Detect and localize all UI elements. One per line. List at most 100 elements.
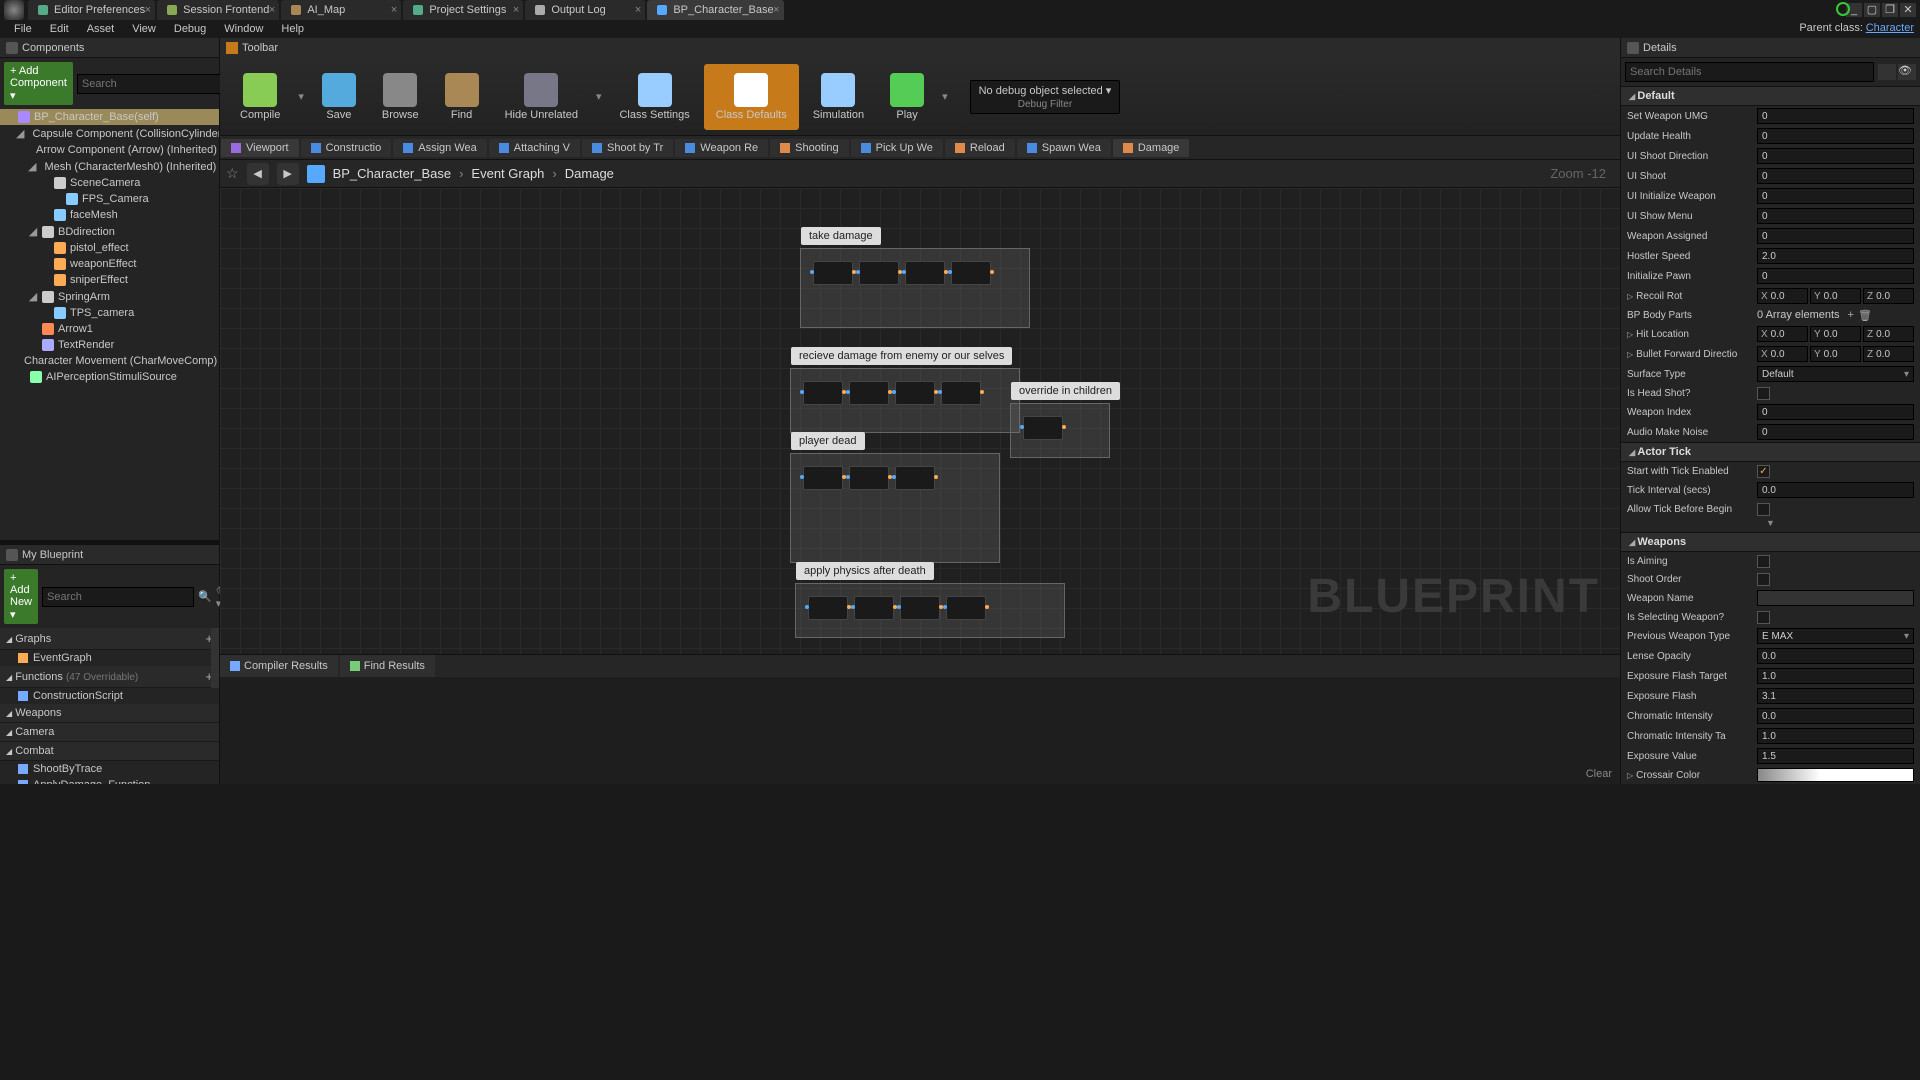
- expand-section-icon[interactable]: ▼: [1766, 518, 1775, 528]
- graph-node[interactable]: [849, 381, 889, 405]
- crumb-graph[interactable]: Event Graph: [471, 166, 544, 181]
- function-tab[interactable]: Shooting: [770, 139, 848, 157]
- tab-close-icon[interactable]: ×: [391, 4, 397, 16]
- number-input[interactable]: [1757, 228, 1914, 244]
- graph-node[interactable]: [900, 596, 940, 620]
- details-section-header[interactable]: Default: [1621, 86, 1920, 106]
- graph-node[interactable]: [951, 261, 991, 285]
- nav-back-button[interactable]: ◀: [247, 163, 269, 185]
- details-section-header[interactable]: Actor Tick: [1621, 442, 1920, 462]
- vector-x-input[interactable]: X: [1757, 346, 1808, 362]
- tree-twisty-icon[interactable]: ◢: [28, 225, 38, 238]
- number-input[interactable]: [1757, 208, 1914, 224]
- blueprint-category[interactable]: ◢ Weapons: [0, 704, 219, 723]
- vector-y-input[interactable]: Y: [1810, 346, 1861, 362]
- component-tree-item[interactable]: weaponEffect: [0, 256, 219, 272]
- vector-x-input[interactable]: X: [1757, 326, 1808, 342]
- graph-node[interactable]: [808, 596, 848, 620]
- vector-z-input[interactable]: Z: [1863, 326, 1914, 342]
- graph-node[interactable]: [895, 381, 935, 405]
- number-input[interactable]: [1757, 188, 1914, 204]
- number-input[interactable]: [1757, 688, 1914, 704]
- toolbar-browse-button[interactable]: Browse: [370, 64, 431, 130]
- color-picker[interactable]: [1757, 768, 1914, 782]
- document-tab[interactable]: Editor Preferences×: [28, 0, 155, 20]
- close-button[interactable]: ✕: [1900, 3, 1916, 17]
- components-panel-header[interactable]: Components: [0, 38, 219, 58]
- function-tab[interactable]: Pick Up We: [851, 139, 943, 157]
- blueprint-item[interactable]: ShootByTrace: [0, 761, 219, 777]
- toolbar-class-settings-button[interactable]: Class Settings: [607, 64, 701, 130]
- expand-icon[interactable]: ▷: [1627, 350, 1633, 359]
- add-new-button[interactable]: + Add New ▾: [4, 569, 38, 624]
- number-input[interactable]: [1757, 148, 1914, 164]
- vector-z-input[interactable]: Z: [1863, 346, 1914, 362]
- source-control-icon[interactable]: [1836, 2, 1850, 16]
- comment-label[interactable]: recieve damage from enemy or our selves: [791, 347, 1012, 365]
- toolbar-hide-unrelated-button[interactable]: Hide Unrelated: [493, 64, 590, 130]
- property-matrix-button[interactable]: [1878, 64, 1896, 80]
- checkbox[interactable]: [1757, 465, 1770, 478]
- document-tab[interactable]: Session Frontend×: [157, 0, 279, 20]
- blueprint-category[interactable]: ◢ Combat: [0, 742, 219, 761]
- vector-z-input[interactable]: Z: [1863, 288, 1914, 304]
- toolbar-dropdown-icon[interactable]: ▾: [592, 90, 606, 103]
- toolbar-save-button[interactable]: Save: [310, 64, 368, 130]
- number-input[interactable]: [1757, 268, 1914, 284]
- parent-class-link[interactable]: Character: [1866, 22, 1914, 34]
- my-blueprint-header[interactable]: My Blueprint: [0, 545, 219, 565]
- toolbar-play-button[interactable]: Play: [878, 64, 936, 130]
- graph-comment[interactable]: apply physics after death: [795, 583, 1065, 638]
- number-input[interactable]: [1757, 648, 1914, 664]
- number-input[interactable]: [1757, 168, 1914, 184]
- function-tab[interactable]: Viewport: [221, 139, 299, 157]
- component-tree-item[interactable]: ◢Capsule Component (CollisionCylinder) (…: [0, 125, 219, 142]
- favorite-icon[interactable]: ☆: [226, 165, 239, 182]
- component-tree-item[interactable]: FPS_Camera: [0, 191, 219, 207]
- comment-label[interactable]: take damage: [801, 227, 881, 245]
- toolbar-dropdown-icon[interactable]: ▾: [294, 90, 308, 103]
- component-tree-item[interactable]: TextRender: [0, 337, 219, 353]
- component-tree-item[interactable]: SceneCamera: [0, 175, 219, 191]
- component-tree-item[interactable]: sniperEffect: [0, 272, 219, 288]
- graph-node[interactable]: [849, 466, 889, 490]
- blueprint-category[interactable]: ◢ Graphs +: [0, 628, 219, 650]
- component-tree-item[interactable]: pistol_effect: [0, 240, 219, 256]
- add-component-button[interactable]: + Add Component ▾: [4, 62, 73, 105]
- tree-twisty-icon[interactable]: ◢: [28, 160, 36, 173]
- checkbox[interactable]: [1757, 555, 1770, 568]
- number-input[interactable]: [1757, 424, 1914, 440]
- details-section-header[interactable]: Weapons: [1621, 532, 1920, 552]
- component-tree-item[interactable]: BP_Character_Base(self): [0, 109, 219, 125]
- function-tab[interactable]: Shoot by Tr: [582, 139, 673, 157]
- blueprint-category[interactable]: ◢ Camera: [0, 723, 219, 742]
- text-input[interactable]: [1757, 590, 1914, 606]
- maximize-button[interactable]: ▢: [1864, 3, 1880, 17]
- number-input[interactable]: [1757, 708, 1914, 724]
- tab-close-icon[interactable]: ×: [269, 4, 275, 16]
- graph-node[interactable]: [905, 261, 945, 285]
- graph-node[interactable]: [895, 466, 935, 490]
- tab-close-icon[interactable]: ×: [513, 4, 519, 16]
- menu-item[interactable]: File: [6, 21, 40, 37]
- components-search-input[interactable]: [77, 74, 229, 94]
- expand-icon[interactable]: ▷: [1627, 330, 1633, 339]
- toolbar-simulation-button[interactable]: Simulation: [801, 64, 876, 130]
- view-options-button[interactable]: 👁: [1898, 64, 1916, 80]
- comment-label[interactable]: apply physics after death: [796, 562, 934, 580]
- comment-label[interactable]: override in children: [1011, 382, 1120, 400]
- graph-node[interactable]: [946, 596, 986, 620]
- component-tree-item[interactable]: TPS_camera: [0, 305, 219, 321]
- component-tree-item[interactable]: ◢BDdirection: [0, 223, 219, 240]
- graph-node[interactable]: [803, 466, 843, 490]
- vector-y-input[interactable]: Y: [1810, 288, 1861, 304]
- document-tab[interactable]: Project Settings×: [403, 0, 523, 20]
- vector-x-input[interactable]: X: [1757, 288, 1808, 304]
- component-tree-item[interactable]: ◢Mesh (CharacterMesh0) (Inherited): [0, 158, 219, 175]
- number-input[interactable]: [1757, 482, 1914, 498]
- component-tree-item[interactable]: Character Movement (CharMoveComp) (Inher…: [0, 353, 219, 369]
- component-tree-item[interactable]: Arrow Component (Arrow) (Inherited): [0, 142, 219, 158]
- tab-close-icon[interactable]: ×: [773, 4, 779, 16]
- expand-icon[interactable]: ▷: [1627, 292, 1633, 301]
- blueprint-item[interactable]: ApplyDamage_Function: [0, 777, 219, 784]
